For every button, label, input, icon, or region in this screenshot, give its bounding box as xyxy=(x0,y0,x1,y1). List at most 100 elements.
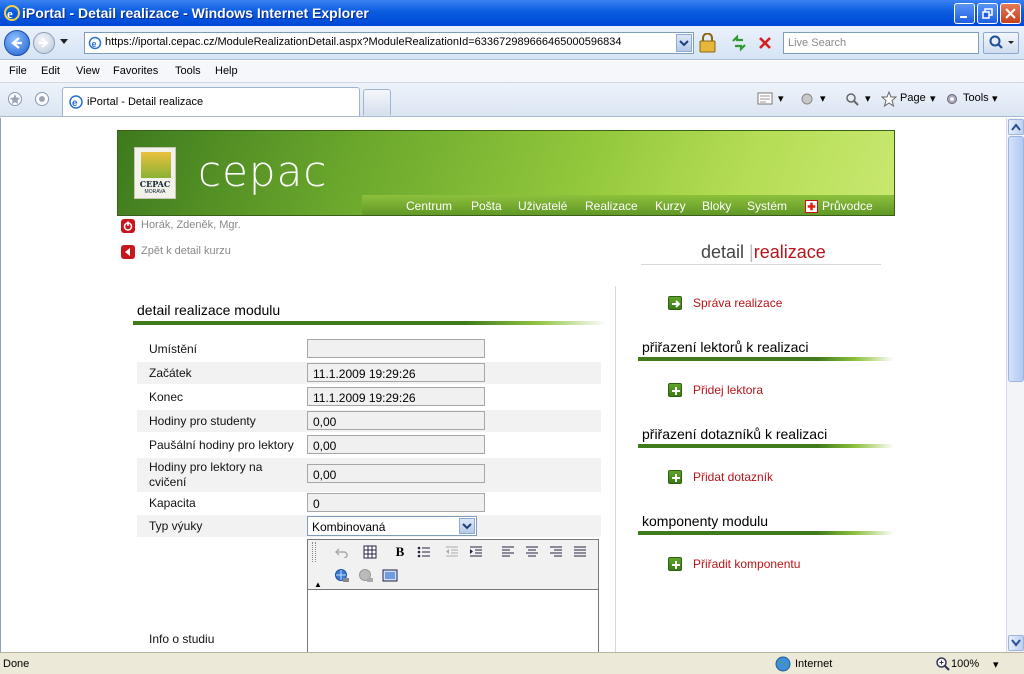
hodiny-cviceni-field[interactable]: 0,00 xyxy=(307,464,485,483)
nav-bloky[interactable]: Bloky xyxy=(702,199,731,213)
zacatek-field[interactable]: 11.1.2009 19:29:26 xyxy=(307,363,485,382)
form-row-kapacita: Kapacita 0 xyxy=(137,492,601,514)
nav-pruvodce[interactable]: Průvodce xyxy=(822,199,873,213)
tools-menu[interactable]: Tools xyxy=(963,92,989,104)
pridat-dotaznik-link[interactable]: Přidat dotazník xyxy=(693,470,773,484)
menu-view[interactable]: View xyxy=(76,65,100,77)
image-icon[interactable] xyxy=(382,568,398,584)
unlink-icon[interactable] xyxy=(358,568,374,584)
cepac-logo[interactable]: CEPAC MORAVA xyxy=(134,147,176,199)
restore-button[interactable] xyxy=(977,3,998,24)
align-justify-icon[interactable] xyxy=(572,544,588,560)
status-bar: Done Internet 100% ▾ xyxy=(0,652,1024,674)
print-dropdown-arrow[interactable]: ▾ xyxy=(820,92,826,105)
restore-icon xyxy=(982,8,993,19)
hyperlink-icon[interactable] xyxy=(334,568,350,584)
scroll-thumb[interactable] xyxy=(1008,136,1024,382)
search-placeholder: Live Search xyxy=(788,37,847,49)
page-menu-arrow[interactable]: ▾ xyxy=(930,92,936,105)
zoom-icon[interactable] xyxy=(935,656,951,672)
align-right-icon[interactable] xyxy=(548,544,564,560)
bold-icon[interactable]: B xyxy=(392,544,408,560)
info-studiu-editor[interactable]: B ▲ xyxy=(307,539,599,652)
vertical-scrollbar[interactable] xyxy=(1006,118,1024,652)
minimize-button[interactable] xyxy=(954,3,975,24)
favorites-star-icon[interactable] xyxy=(7,91,23,107)
security-zone: Internet xyxy=(795,658,833,670)
menu-bar: File Edit View Favorites Tools Help xyxy=(0,61,1024,83)
nav-uzivatele[interactable]: Uživatelé xyxy=(518,199,567,213)
history-dropdown[interactable] xyxy=(60,39,68,44)
form-section-rule xyxy=(133,321,607,325)
nav-system[interactable]: Systém xyxy=(747,199,787,213)
nav-posta[interactable]: Pošta xyxy=(471,199,502,213)
undo-icon[interactable] xyxy=(334,544,350,560)
menu-edit[interactable]: Edit xyxy=(41,65,60,77)
chevron-up-icon xyxy=(1011,123,1021,131)
select-arrow[interactable] xyxy=(459,518,475,534)
menu-favorites[interactable]: Favorites xyxy=(113,65,158,77)
typ-vyuky-select[interactable]: Kombinovaná xyxy=(307,516,477,536)
kapacita-field[interactable]: 0 xyxy=(307,493,485,512)
outdent-icon[interactable] xyxy=(444,544,460,560)
tools-gear-icon[interactable] xyxy=(944,92,960,106)
close-window-button[interactable] xyxy=(1000,3,1021,24)
umisteni-field[interactable] xyxy=(307,339,485,358)
nav-realizace[interactable]: Realizace xyxy=(585,199,638,213)
back-arrow-icon[interactable] xyxy=(121,245,135,259)
konec-field[interactable]: 11.1.2009 19:29:26 xyxy=(307,387,485,406)
form-row-konec: Konec 11.1.2009 19:29:26 xyxy=(137,386,601,408)
research-dropdown-arrow[interactable]: ▾ xyxy=(865,92,871,105)
search-input[interactable]: Live Search xyxy=(783,32,979,54)
zoom-dropdown-arrow[interactable]: ▾ xyxy=(993,658,999,671)
page-title-detail: detail xyxy=(701,242,745,262)
url-field[interactable]: e https://iportal.cepac.cz/ModuleRealiza… xyxy=(84,32,694,54)
toolbar-collapse-icon[interactable]: ▲ xyxy=(310,576,326,592)
pridej-lektora-link[interactable]: Přidej lektora xyxy=(693,383,763,397)
priradit-komponentu-link[interactable]: Přiřadit komponentu xyxy=(693,557,800,571)
tab-ipportal[interactable]: e iPortal - Detail realizace xyxy=(62,87,360,116)
plus-icon xyxy=(668,383,682,397)
tools-menu-arrow[interactable]: ▾ xyxy=(992,92,998,105)
research-icon[interactable] xyxy=(845,92,859,106)
back-to-course-link[interactable]: Zpět k detail kurzu xyxy=(141,245,231,257)
menu-help[interactable]: Help xyxy=(215,65,238,77)
hodiny-studenty-field[interactable]: 0,00 xyxy=(307,411,485,430)
page-menu[interactable]: Page xyxy=(900,92,926,104)
print-icon[interactable] xyxy=(800,92,814,106)
scroll-up-button[interactable] xyxy=(1008,119,1024,135)
field-value: 0,00 xyxy=(313,439,337,453)
page-content: CEPAC MORAVA cepac Centrum Pošta Uživate… xyxy=(0,118,1006,652)
url-dropdown[interactable] xyxy=(676,34,692,52)
arrow-left-icon xyxy=(11,37,22,49)
scroll-down-button[interactable] xyxy=(1008,635,1024,651)
search-button[interactable] xyxy=(983,32,1019,54)
feed-dropdown-arrow[interactable]: ▾ xyxy=(778,92,784,105)
field-label: Začátek xyxy=(149,366,192,380)
side-section-rule xyxy=(638,357,894,361)
pausalni-hodiny-field[interactable]: 0,00 xyxy=(307,435,485,454)
indent-icon[interactable] xyxy=(468,544,484,560)
table-icon[interactable] xyxy=(362,544,378,560)
nav-kurzy[interactable]: Kurzy xyxy=(655,199,686,213)
field-label: Hodiny pro studenty xyxy=(149,414,256,428)
forward-button[interactable] xyxy=(33,32,55,54)
align-center-icon[interactable] xyxy=(524,544,540,560)
zoom-level[interactable]: 100% xyxy=(951,658,979,670)
refresh-icon[interactable] xyxy=(729,33,749,53)
lock-icon[interactable] xyxy=(697,33,719,53)
menu-file[interactable]: File xyxy=(9,65,27,77)
feed-icon[interactable] xyxy=(757,92,773,106)
nav-centrum[interactable]: Centrum xyxy=(406,199,452,213)
tab-bar: e iPortal - Detail realizace ▾ ▾ ▾ Page … xyxy=(0,83,1024,117)
new-tab-button[interactable] xyxy=(363,89,391,115)
bullet-list-icon[interactable] xyxy=(416,544,432,560)
sprava-realizace-link[interactable]: Správa realizace xyxy=(693,296,782,310)
align-left-icon[interactable] xyxy=(500,544,516,560)
stop-icon[interactable] xyxy=(755,33,775,53)
add-favorite-icon[interactable] xyxy=(34,91,50,107)
menu-tools[interactable]: Tools xyxy=(175,65,201,77)
star-icon[interactable] xyxy=(881,91,897,107)
logout-icon[interactable] xyxy=(121,219,135,233)
back-button[interactable] xyxy=(4,30,30,56)
